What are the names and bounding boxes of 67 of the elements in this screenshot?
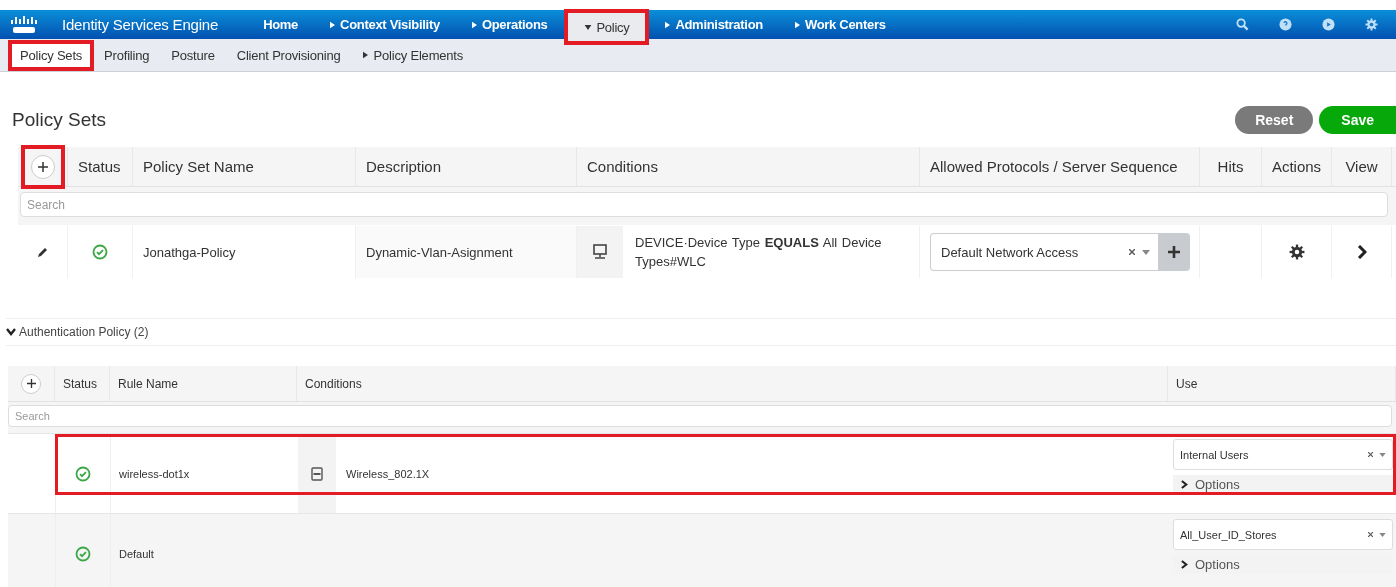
caret-down-icon[interactable] [1379,452,1386,457]
clear-icon[interactable] [1129,249,1135,255]
page-title: Policy Sets [12,109,106,131]
identity-source-dropdown[interactable]: Internal Users [1173,439,1393,470]
logo-icon [10,14,40,35]
section-toggle[interactable]: Authentication Policy (2) [6,325,149,339]
play-circle-icon[interactable] [1322,18,1335,31]
column-header: Conditions [587,158,658,175]
pencil-icon[interactable] [36,246,49,258]
plus-icon [1168,246,1180,258]
nav-item[interactable]: Context Visibility [315,10,455,39]
table-cell: Jonathga-Policy [143,244,236,260]
column-header: Hits [1217,158,1244,175]
monitor-icon [592,244,608,260]
caret-right-icon [330,20,336,29]
identity-source-dropdown[interactable]: All_User_ID_Stores [1173,519,1393,550]
plus-icon [26,379,36,388]
nav-item[interactable]: Home [248,10,314,39]
protocol-dropdown[interactable]: Default Network Access [930,233,1158,271]
caret-down-icon[interactable] [1142,249,1150,255]
column-header: Rule Name [118,376,179,391]
reset-button[interactable]: Reset [1235,106,1314,134]
nav-item[interactable]: Policy [564,10,649,44]
caret-right-icon [471,20,477,29]
chevron-down-icon [6,328,16,336]
table-cell: wireless-dot1x [119,467,190,480]
condition-text: DEVICE·Device Type EQUALS All Device Types#WLC [634,234,883,271]
column-header: Conditions [305,376,362,391]
chevron-right-icon [1181,480,1188,489]
sub-nav-tab[interactable]: Client Provisioning [228,43,349,67]
search-icon[interactable] [1236,18,1249,31]
caret-right-icon [794,20,800,29]
chevron-right-icon[interactable] [1356,245,1367,259]
table-cell: Dynamic-Vlan-Asignment [366,244,513,260]
plus-icon [37,161,48,172]
add-button[interactable] [1158,233,1190,271]
column-header: Allowed Protocols / Server Sequence [930,158,1178,175]
column-header: Actions [1271,158,1322,175]
nav-item[interactable]: Administration [650,10,778,39]
condition-text: Wireless_802.1X [345,467,430,480]
search-field[interactable]: Search [8,405,1392,427]
condition-icon [311,466,323,481]
sub-nav-tab[interactable]: Profiling [96,43,158,67]
caret-right-icon [362,51,368,59]
help-icon[interactable] [1279,18,1292,31]
add-button[interactable] [21,373,41,394]
nav-item[interactable]: Work Centers [779,10,901,39]
column-header: Policy Set Name [143,158,254,175]
clear-icon[interactable] [1368,532,1373,537]
nav-item[interactable]: Operations [456,10,563,39]
column-header: Status [63,376,98,391]
table-cell: Default [119,547,154,560]
search-field[interactable]: Search [20,192,1388,217]
sub-nav-tab[interactable]: Policy Elements [354,43,472,67]
caret-down-icon [583,24,592,30]
column-header: Status [78,158,121,175]
caret-right-icon [665,20,671,29]
column-header: View [1345,158,1378,175]
add-button[interactable] [30,154,55,179]
column-header: Use [1176,376,1198,391]
column-header: Description [366,158,442,175]
clear-icon[interactable] [1368,452,1373,457]
sub-nav-tab[interactable]: Posture [163,43,223,67]
caret-down-icon[interactable] [1379,532,1386,537]
chevron-right-icon [1181,560,1188,569]
settings-icon[interactable] [1288,244,1305,260]
product-name: Identity Services Engine [62,16,219,33]
